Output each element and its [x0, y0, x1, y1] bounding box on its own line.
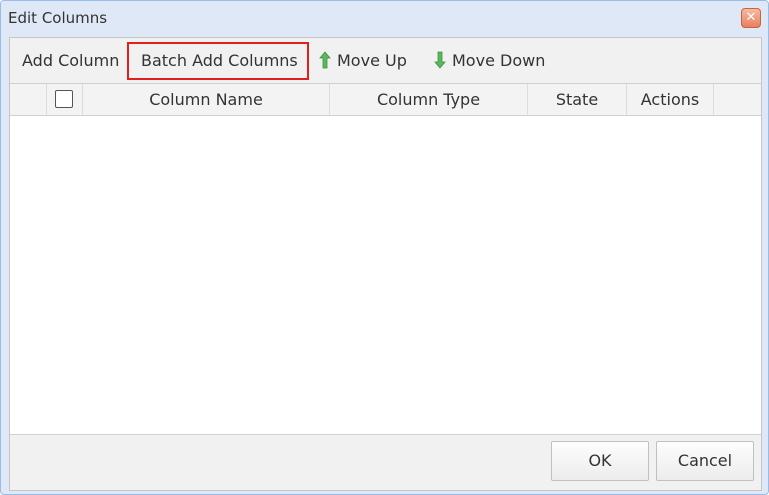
dialog-footer: OK Cancel	[10, 434, 761, 490]
move-up-label: Move Up	[337, 51, 407, 70]
state-header[interactable]: State	[528, 84, 627, 115]
arrow-down-icon	[434, 51, 446, 69]
column-type-header[interactable]: Column Type	[330, 84, 528, 115]
select-all-checkbox[interactable]	[55, 90, 73, 108]
row-number-header	[10, 84, 47, 115]
ok-button[interactable]: OK	[551, 441, 649, 481]
move-down-label: Move Down	[452, 51, 546, 70]
arrow-up-icon	[319, 50, 331, 68]
select-all-header	[47, 84, 83, 115]
move-up-button[interactable]: Move Up	[319, 42, 407, 80]
dialog-title: Edit Columns	[8, 9, 108, 27]
close-button[interactable]: ✕	[741, 8, 761, 28]
actions-header[interactable]: Actions	[627, 84, 714, 115]
edit-columns-dialog: Edit Columns ✕ Add Column Batch Add Colu…	[0, 0, 769, 495]
grid-body	[10, 116, 761, 434]
close-icon: ✕	[745, 10, 757, 25]
cancel-button[interactable]: Cancel	[656, 441, 754, 481]
title-bar: Edit Columns ✕	[1, 1, 768, 37]
batch-add-columns-button[interactable]: Batch Add Columns	[127, 42, 309, 80]
column-name-header[interactable]: Column Name	[83, 84, 330, 115]
toolbar: Add Column Batch Add Columns Move Up Mov…	[10, 38, 761, 84]
add-column-button[interactable]: Add Column	[22, 42, 119, 80]
grid-header: Column Name Column Type State Actions	[10, 84, 761, 116]
dialog-body: Add Column Batch Add Columns Move Up Mov…	[9, 37, 762, 491]
move-down-button[interactable]: Move Down	[434, 42, 545, 80]
